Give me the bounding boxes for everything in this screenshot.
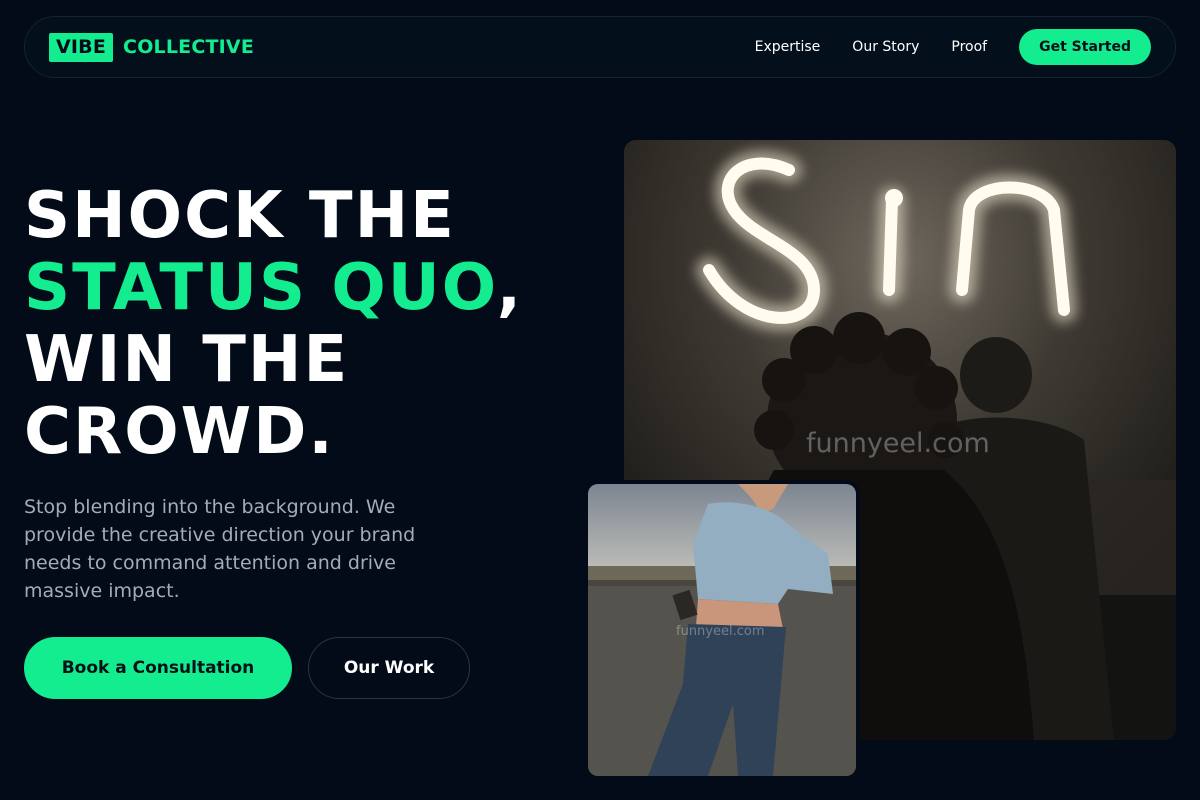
hero-headline: SHOCK THE STATUS QUO, WIN THE CROWD. [24,180,523,468]
headline-line-1: SHOCK THE [24,179,456,253]
headline-line-2: STATUS QUO, [24,252,523,324]
brand-logo-text: COLLECTIVE [123,36,254,58]
hero-secondary-photo: funnyeel.com [588,484,856,776]
top-navbar: VIBE COLLECTIVE Expertise Our Story Proo… [24,16,1176,78]
nav-menu: Expertise Our Story Proof Get Started [755,29,1151,65]
brand-logo-box: VIBE [49,32,114,62]
nav-link-expertise[interactable]: Expertise [755,39,821,55]
get-started-button[interactable]: Get Started [1019,29,1151,65]
headline-accent: STATUS QUO [24,251,497,325]
headline-comma: , [496,251,524,325]
headline-line-4: CROWD. [24,395,335,469]
nav-link-our-story[interactable]: Our Story [852,39,919,55]
hero-subcopy: Stop blending into the background. We pr… [24,496,416,602]
nav-link-proof[interactable]: Proof [951,39,987,55]
brand-logo[interactable]: VIBE COLLECTIVE [49,32,254,62]
book-consultation-button[interactable]: Book a Consultation [24,637,292,699]
our-work-button[interactable]: Our Work [308,637,470,699]
landing-page: VIBE COLLECTIVE Expertise Our Story Proo… [0,0,1200,800]
main-photo-watermark: funnyeel.com [806,428,990,459]
headline-line-3: WIN THE [24,323,350,397]
small-photo-watermark: funnyeel.com [676,624,765,639]
